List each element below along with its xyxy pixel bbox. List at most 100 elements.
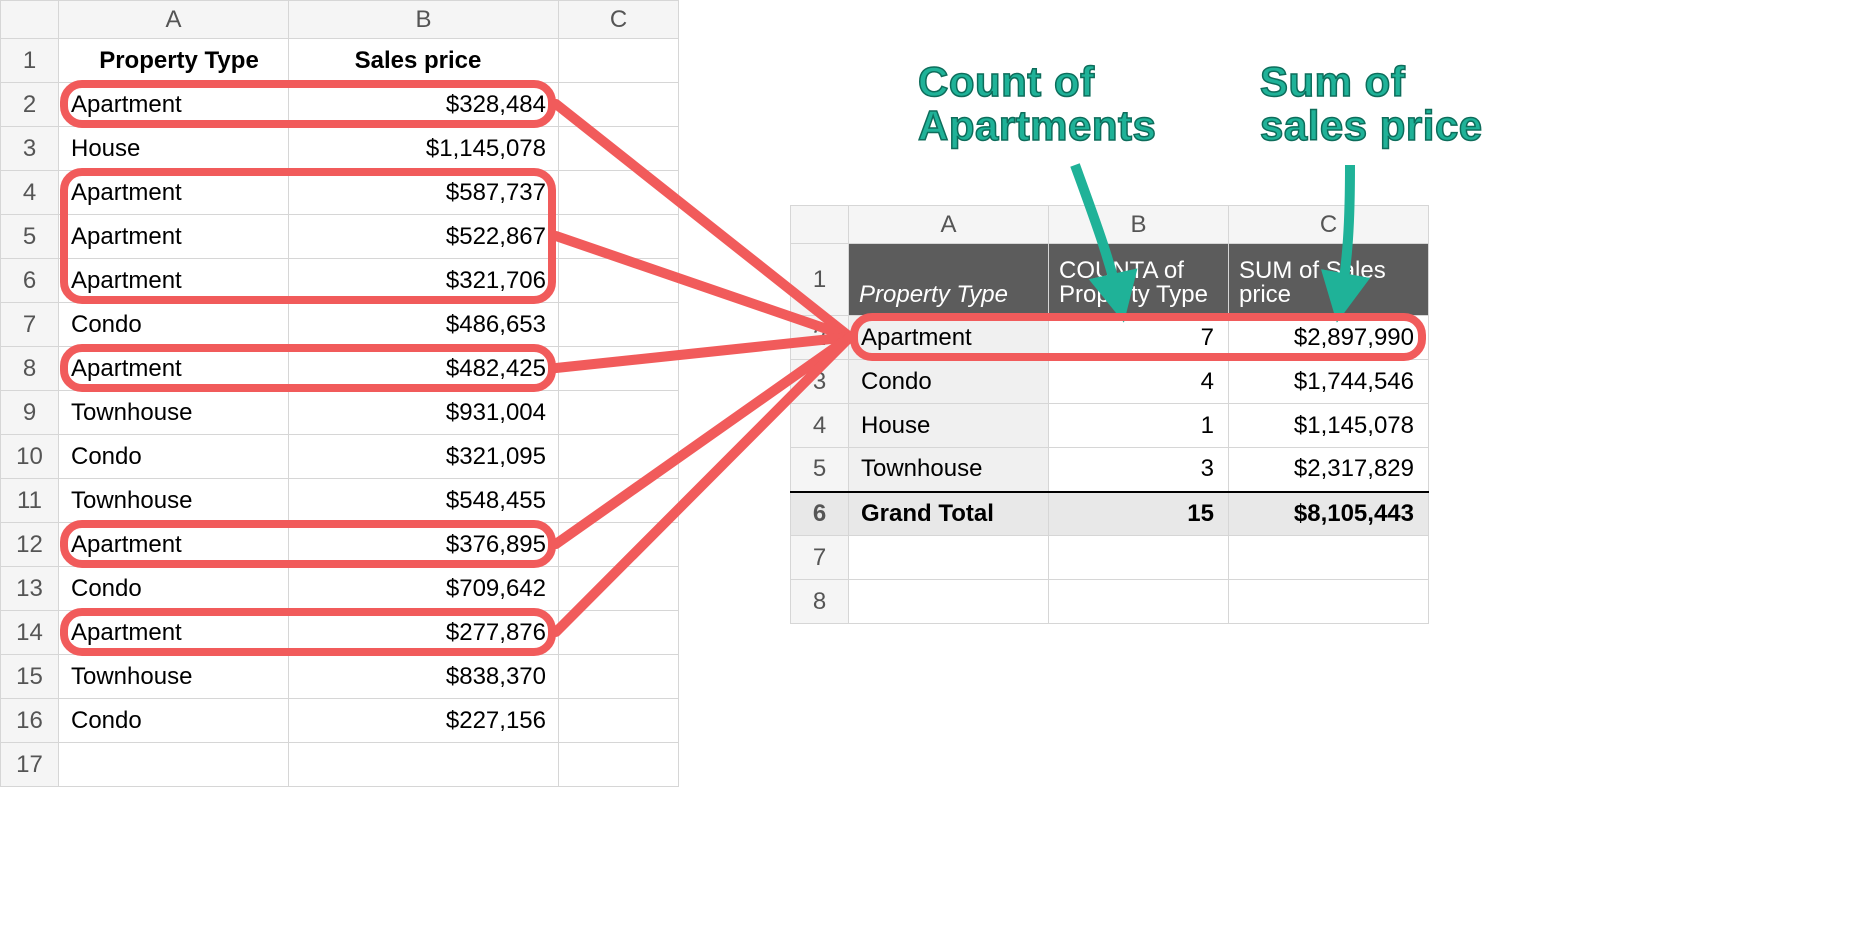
- pivot-grand-count[interactable]: 15: [1049, 492, 1229, 536]
- row-header[interactable]: 3: [1, 127, 59, 171]
- cell-sales-price[interactable]: $328,484: [289, 83, 559, 127]
- col-header-B[interactable]: B: [1049, 206, 1229, 244]
- row-header[interactable]: 7: [791, 536, 849, 580]
- pivot-row-label[interactable]: House: [849, 404, 1049, 448]
- cell-property-type[interactable]: Townhouse: [59, 479, 289, 523]
- cell-sales-price[interactable]: $1,145,078: [289, 127, 559, 171]
- pivot-count-field[interactable]: COUNTA of Property Type: [1049, 244, 1229, 316]
- cell[interactable]: [559, 39, 679, 83]
- select-all-corner[interactable]: [1, 1, 59, 39]
- cell[interactable]: [1229, 536, 1429, 580]
- row-header[interactable]: 13: [1, 567, 59, 611]
- row-header[interactable]: 1: [791, 244, 849, 316]
- cell-property-type[interactable]: Apartment: [59, 83, 289, 127]
- cell-property-type[interactable]: [59, 743, 289, 787]
- row-header[interactable]: 5: [791, 448, 849, 492]
- row-header[interactable]: 17: [1, 743, 59, 787]
- cell[interactable]: [559, 479, 679, 523]
- cell[interactable]: [1049, 536, 1229, 580]
- pivot-row-label[interactable]: Apartment: [849, 316, 1049, 360]
- pivot-count-value[interactable]: 7: [1049, 316, 1229, 360]
- row-header[interactable]: 2: [1, 83, 59, 127]
- row-header[interactable]: 8: [791, 580, 849, 624]
- row-header[interactable]: 4: [791, 404, 849, 448]
- pivot-sum-value[interactable]: $2,317,829: [1229, 448, 1429, 492]
- cell-sales-price[interactable]: [289, 743, 559, 787]
- cell-property-type[interactable]: Apartment: [59, 215, 289, 259]
- cell-sales-price[interactable]: $486,653: [289, 303, 559, 347]
- pivot-grand-total-label[interactable]: Grand Total: [849, 492, 1049, 536]
- pivot-sum-value[interactable]: $1,744,546: [1229, 360, 1429, 404]
- row-header[interactable]: 16: [1, 699, 59, 743]
- row-header[interactable]: 5: [1, 215, 59, 259]
- cell[interactable]: [559, 743, 679, 787]
- cell-property-type[interactable]: House: [59, 127, 289, 171]
- cell[interactable]: [559, 655, 679, 699]
- cell-sales-price[interactable]: $931,004: [289, 391, 559, 435]
- col-header-C[interactable]: C: [559, 1, 679, 39]
- cell-sales-price[interactable]: $482,425: [289, 347, 559, 391]
- cell[interactable]: [849, 536, 1049, 580]
- row-header[interactable]: 8: [1, 347, 59, 391]
- cell-sales-price[interactable]: $227,156: [289, 699, 559, 743]
- header-sales-price[interactable]: Sales price: [289, 39, 559, 83]
- cell[interactable]: [559, 611, 679, 655]
- cell[interactable]: [559, 83, 679, 127]
- cell-sales-price[interactable]: $709,642: [289, 567, 559, 611]
- cell-property-type[interactable]: Condo: [59, 699, 289, 743]
- row-header[interactable]: 15: [1, 655, 59, 699]
- row-header[interactable]: 12: [1, 523, 59, 567]
- row-header[interactable]: 3: [791, 360, 849, 404]
- cell[interactable]: [559, 699, 679, 743]
- cell-sales-price[interactable]: $522,867: [289, 215, 559, 259]
- cell[interactable]: [559, 127, 679, 171]
- pivot-count-value[interactable]: 3: [1049, 448, 1229, 492]
- row-header[interactable]: 6: [1, 259, 59, 303]
- row-header[interactable]: 9: [1, 391, 59, 435]
- cell-sales-price[interactable]: $277,876: [289, 611, 559, 655]
- col-header-A[interactable]: A: [849, 206, 1049, 244]
- cell-sales-price[interactable]: $376,895: [289, 523, 559, 567]
- row-header[interactable]: 1: [1, 39, 59, 83]
- pivot-count-value[interactable]: 1: [1049, 404, 1229, 448]
- cell[interactable]: [559, 523, 679, 567]
- cell-sales-price[interactable]: $838,370: [289, 655, 559, 699]
- pivot-sum-value[interactable]: $2,897,990: [1229, 316, 1429, 360]
- cell[interactable]: [559, 391, 679, 435]
- select-all-corner[interactable]: [791, 206, 849, 244]
- cell-property-type[interactable]: Townhouse: [59, 391, 289, 435]
- col-header-C[interactable]: C: [1229, 206, 1429, 244]
- cell-sales-price[interactable]: $321,095: [289, 435, 559, 479]
- cell[interactable]: [849, 580, 1049, 624]
- row-header[interactable]: 14: [1, 611, 59, 655]
- cell[interactable]: [559, 215, 679, 259]
- row-header[interactable]: 10: [1, 435, 59, 479]
- cell-property-type[interactable]: Apartment: [59, 259, 289, 303]
- cell[interactable]: [559, 435, 679, 479]
- cell-property-type[interactable]: Condo: [59, 435, 289, 479]
- cell-property-type[interactable]: Apartment: [59, 523, 289, 567]
- row-header[interactable]: 11: [1, 479, 59, 523]
- row-header[interactable]: 7: [1, 303, 59, 347]
- row-header[interactable]: 4: [1, 171, 59, 215]
- pivot-row-field[interactable]: Property Type: [849, 244, 1049, 316]
- cell[interactable]: [559, 567, 679, 611]
- pivot-sum-field[interactable]: SUM of Sales price: [1229, 244, 1429, 316]
- cell-sales-price[interactable]: $321,706: [289, 259, 559, 303]
- cell-property-type[interactable]: Condo: [59, 303, 289, 347]
- pivot-sum-value[interactable]: $1,145,078: [1229, 404, 1429, 448]
- cell[interactable]: [559, 259, 679, 303]
- cell-property-type[interactable]: Apartment: [59, 611, 289, 655]
- row-header[interactable]: 6: [791, 492, 849, 536]
- cell[interactable]: [1229, 580, 1429, 624]
- cell[interactable]: [559, 303, 679, 347]
- cell-property-type[interactable]: Apartment: [59, 171, 289, 215]
- col-header-A[interactable]: A: [59, 1, 289, 39]
- cell[interactable]: [559, 171, 679, 215]
- pivot-row-label[interactable]: Townhouse: [849, 448, 1049, 492]
- cell-property-type[interactable]: Townhouse: [59, 655, 289, 699]
- cell-sales-price[interactable]: $548,455: [289, 479, 559, 523]
- cell-property-type[interactable]: Apartment: [59, 347, 289, 391]
- col-header-B[interactable]: B: [289, 1, 559, 39]
- cell-sales-price[interactable]: $587,737: [289, 171, 559, 215]
